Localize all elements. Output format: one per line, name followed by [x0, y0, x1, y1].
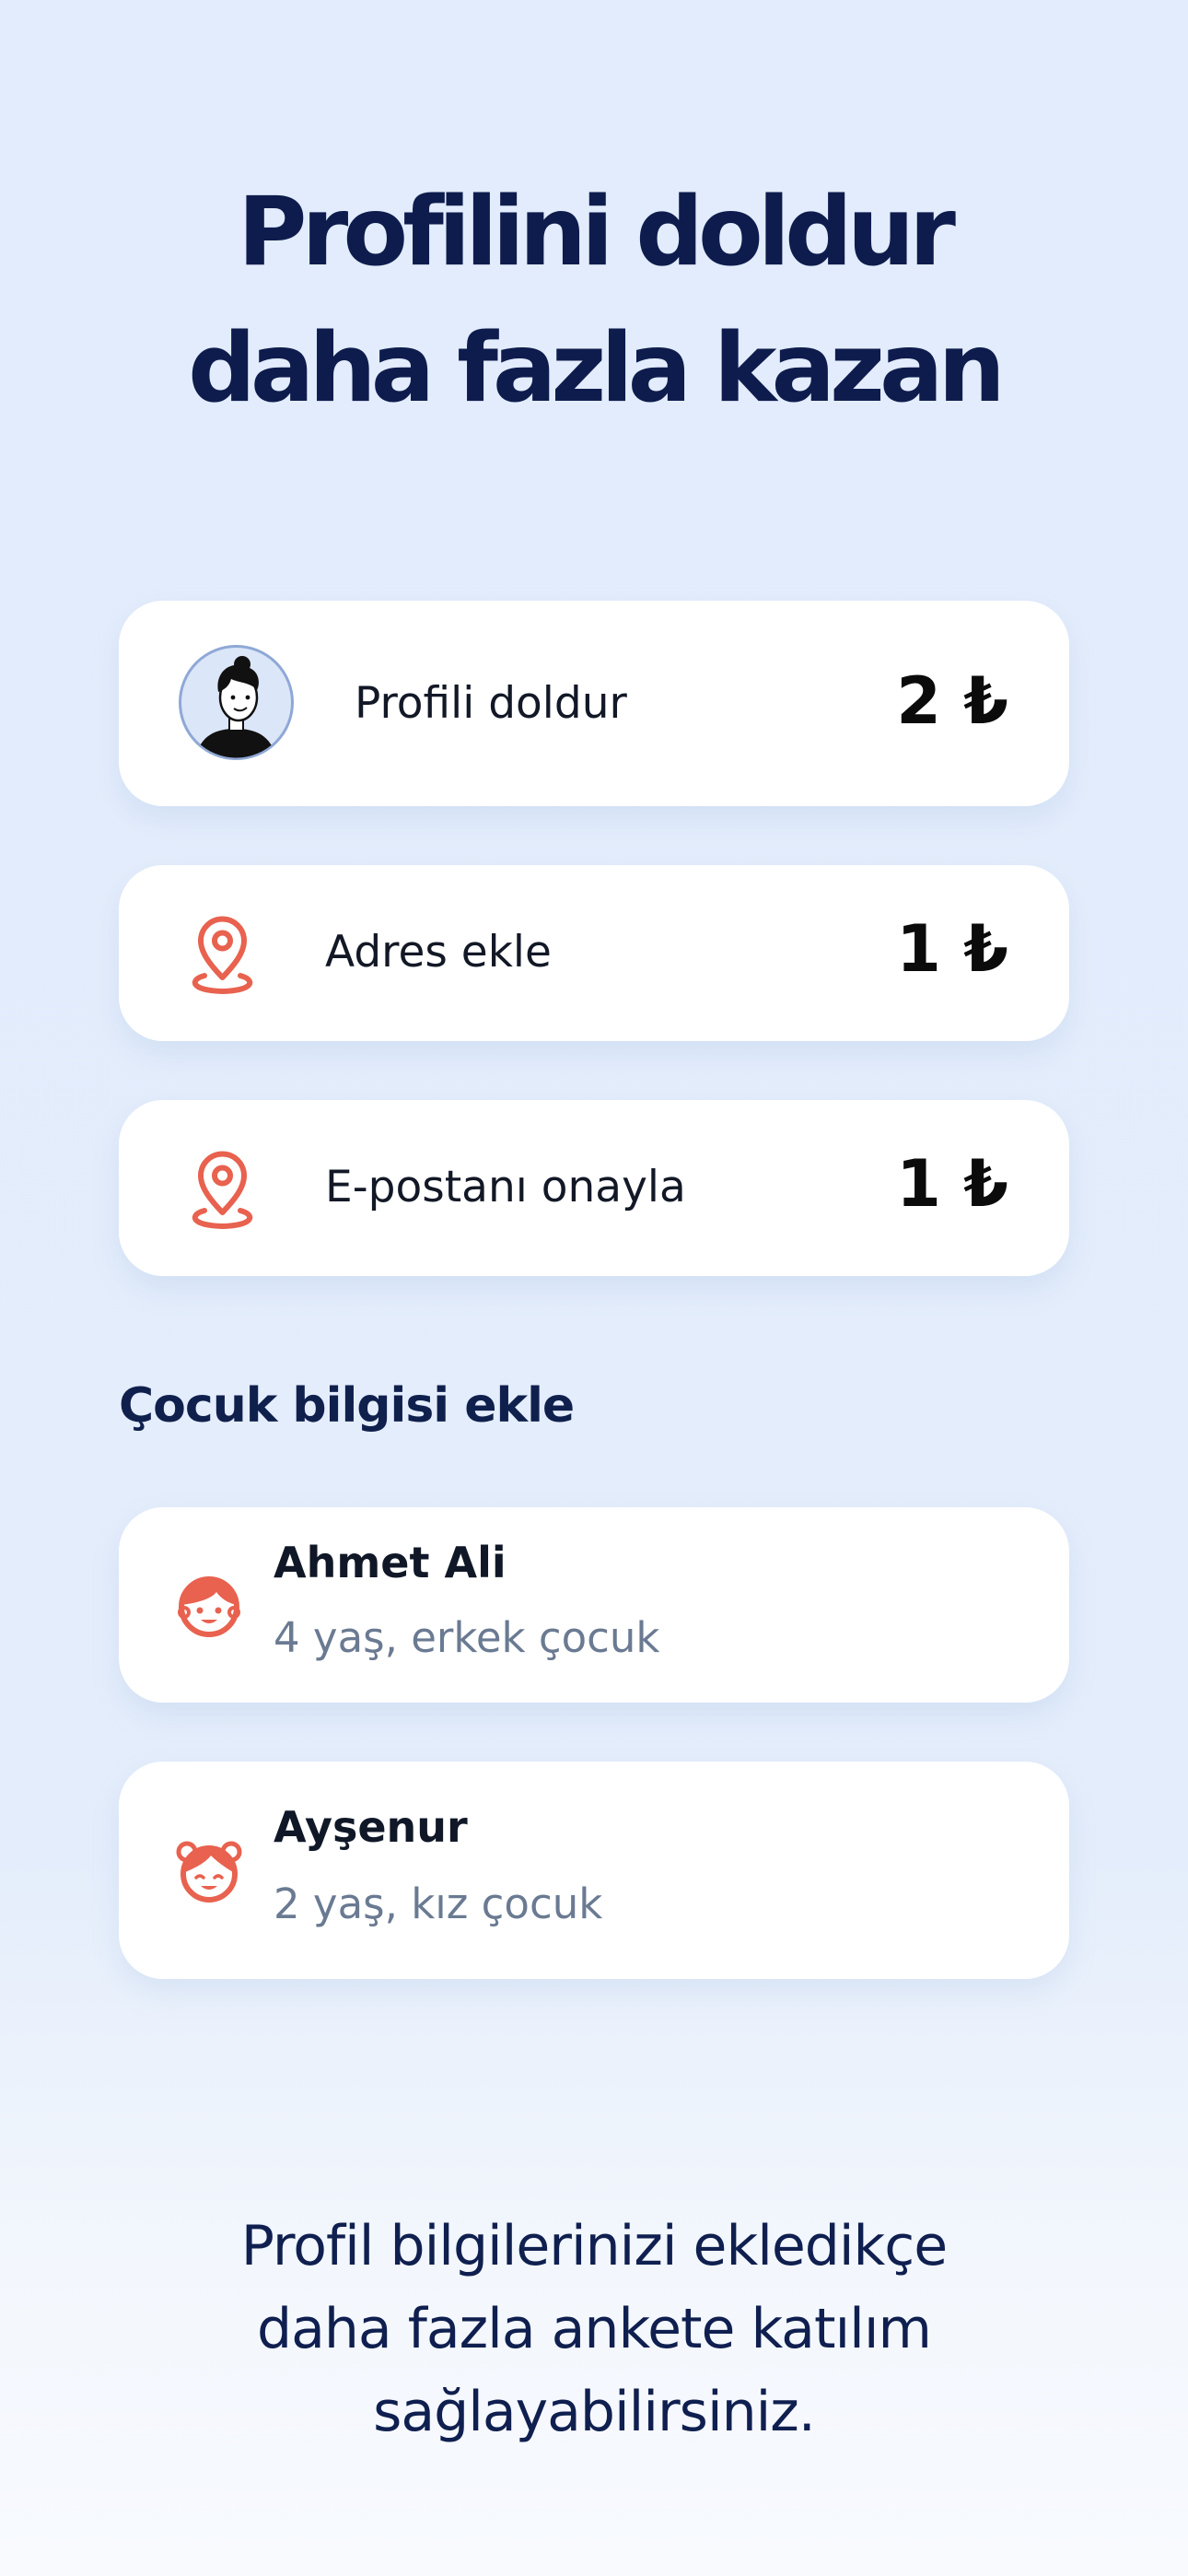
footer-info-text: Profil bilgilerinizi ekledikçe daha fazl… [0, 2205, 1188, 2453]
children-section-title: Çocuk bilgisi ekle [119, 1378, 575, 1434]
avatar-icon [178, 644, 295, 761]
task-reward: 1 ₺ [896, 911, 1008, 987]
child-name: Ayşenur [274, 1802, 468, 1852]
task-label: Profili doldur [355, 678, 627, 729]
task-label: E-postanı onayla [325, 1162, 686, 1212]
task-reward: 1 ₺ [896, 1146, 1008, 1222]
footer-line-2: daha fazla ankete katılım [257, 2297, 932, 2361]
task-reward: 2 ₺ [896, 663, 1008, 739]
child-details: 4 yaş, erkek çocuk [274, 1613, 660, 1662]
footer-line-3: sağlayabilirsiniz. [373, 2380, 816, 2444]
page-title-line-2: daha fazla kazan [188, 313, 1006, 424]
child-name: Ahmet Ali [274, 1538, 507, 1587]
boy-face-icon [176, 1572, 242, 1638]
task-card-add-address[interactable]: Adres ekle 1 ₺ [119, 865, 1069, 1041]
location-pin-icon [188, 911, 257, 997]
footer-line-1: Profil bilgilerinizi ekledikçe [240, 2214, 948, 2278]
child-card[interactable]: Ayşenur 2 yaş, kız çocuk [119, 1762, 1069, 1979]
girl-face-icon [176, 1837, 242, 1903]
location-pin-icon [188, 1146, 257, 1232]
child-card[interactable]: Ahmet Ali 4 yaş, erkek çocuk [119, 1507, 1069, 1703]
task-card-verify-email[interactable]: E-postanı onayla 1 ₺ [119, 1100, 1069, 1276]
task-card-fill-profile[interactable]: Profili doldur 2 ₺ [119, 601, 1069, 806]
page-title-line-1: Profilini doldur [238, 177, 956, 287]
page-title: Profilini doldur daha fazla kazan [0, 164, 1188, 437]
child-details: 2 yaş, kız çocuk [274, 1879, 603, 1928]
task-label: Adres ekle [325, 927, 552, 978]
